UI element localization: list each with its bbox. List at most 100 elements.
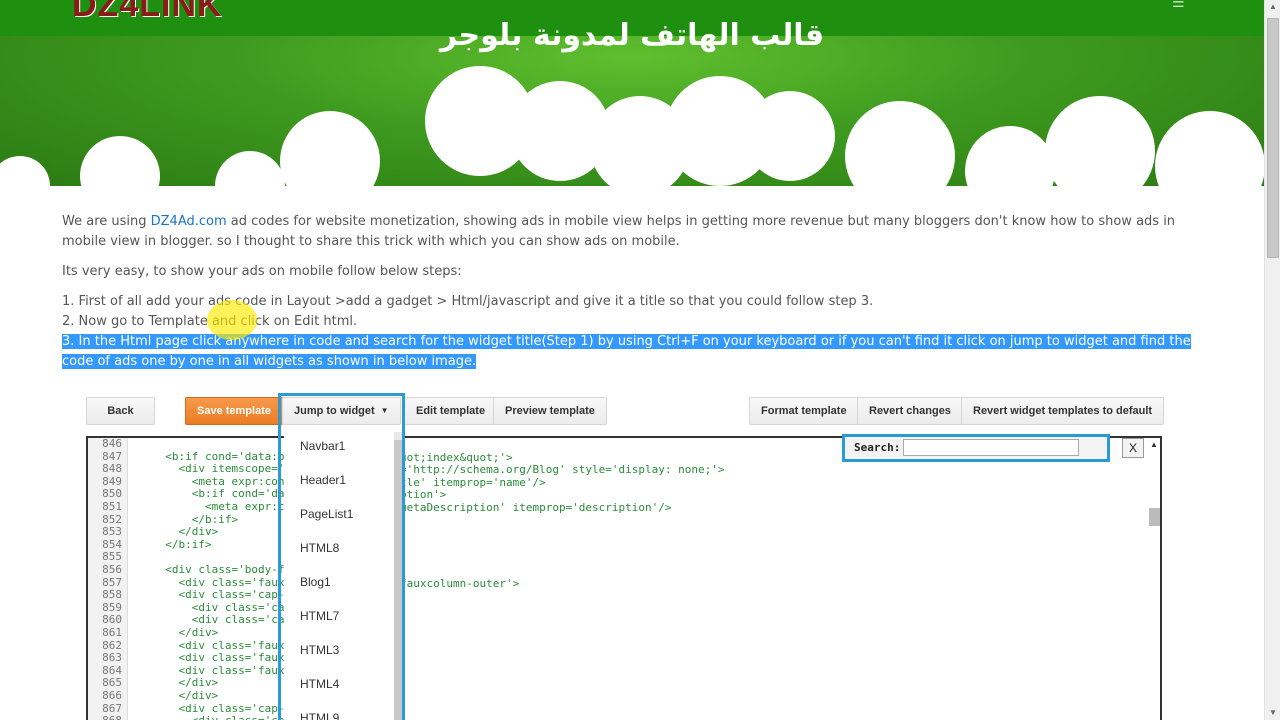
dropdown-scroll-thumb[interactable] (394, 440, 402, 720)
widget-option[interactable]: HTML4 (300, 677, 339, 691)
scroll-up-icon[interactable]: ▲ (1150, 440, 1158, 449)
template-editor-screenshot: Back Save template Jump to widget ▼ Edit … (86, 393, 1166, 720)
code-text: <b:if cond='data:b (152, 449, 285, 463)
scrollbar-thumb[interactable] (1267, 18, 1279, 258)
widget-option[interactable]: Blog1 (300, 575, 331, 589)
line-number: 865 (102, 676, 122, 690)
widget-option[interactable]: HTML3 (300, 643, 339, 657)
code-text: <div class='cap- (152, 701, 285, 715)
line-number: 857 (102, 575, 122, 589)
header-clouds (0, 66, 1264, 190)
widget-option[interactable]: HTML7 (300, 609, 339, 623)
line-number: 846 (102, 437, 122, 450)
code-text: <meta expr:con (152, 474, 285, 488)
code-line[interactable]: 865 </div> (88, 677, 1138, 690)
line-number: 868 (88, 715, 122, 720)
line-number: 867 (102, 701, 122, 715)
scroll-down-icon[interactable]: ▼ (1269, 708, 1277, 717)
code-text: <div class='body-f (152, 563, 285, 576)
code-text: metaDescription' itemprop='description'/… (400, 501, 672, 514)
widget-option[interactable]: HTML9 (300, 711, 339, 720)
widget-option[interactable]: Navbar1 (300, 439, 345, 453)
line-number: 863 (102, 651, 122, 665)
code-text: <meta expr:c (152, 500, 285, 513)
back-button[interactable]: Back (86, 397, 155, 425)
code-text: </div> (152, 525, 219, 539)
line-number: 849 (102, 474, 122, 488)
code-text: </b:if> (152, 512, 239, 526)
line-number: 854 (102, 537, 122, 551)
cursor-highlight (207, 300, 257, 340)
search-input[interactable] (903, 439, 1079, 456)
revert-changes-button[interactable]: Revert changes (857, 397, 963, 425)
code-text: <div itemscope=' (152, 462, 285, 476)
line-number: 848 (102, 462, 122, 476)
line-number: 852 (102, 512, 122, 526)
code-text: <div class='faux (152, 651, 285, 665)
code-text: <b:if cond='da (152, 487, 285, 501)
revert-widgets-button[interactable]: Revert widget templates to default (961, 397, 1165, 425)
scroll-up-icon[interactable]: ▲ (1269, 2, 1277, 11)
preview-template-button[interactable]: Preview template (493, 397, 607, 425)
line-number: 851 (102, 500, 122, 513)
post-body: We are using DZ4Ad.com ad codes for webs… (62, 212, 1202, 372)
code-line[interactable]: 852 </b:if> (88, 512, 1138, 527)
line-number: 855 (102, 550, 122, 564)
line-number: 853 (102, 525, 122, 539)
blog-header: DZ4LINK ☰ قالب الهاتف لمدونة بلوجر (0, 0, 1264, 190)
code-text: tle' itemprop='name'/> (400, 475, 546, 489)
intro-paragraph: We are using DZ4Ad.com ad codes for webs… (62, 212, 1202, 252)
code-line[interactable]: 864 <div class='faux (88, 663, 1138, 678)
code-text: <div class='ca (152, 715, 285, 720)
line-number: 858 (102, 588, 122, 602)
widget-list[interactable]: Navbar1 Header1 PageList1 HTML8 Blog1 HTML7 HT… (284, 432, 394, 720)
code-text: fauxcolumn-outer'> (400, 576, 520, 590)
format-template-button[interactable]: Format template (749, 397, 859, 425)
code-line[interactable]: 860 <div class='ca (88, 614, 1138, 627)
page-scrollbar[interactable]: ▲ ▼ (1264, 0, 1280, 720)
code-line[interactable]: 868 <div class='ca (88, 715, 1138, 720)
intro-text: We are using (62, 214, 151, 229)
code-text: </div> (152, 626, 219, 639)
widget-option[interactable]: Header1 (300, 473, 346, 487)
code-line[interactable]: 853 </div> (88, 526, 1138, 539)
line-number: 847 (102, 449, 122, 463)
code-text: <div class='ca (152, 613, 285, 627)
edit-template-button[interactable]: Edit template (404, 397, 498, 425)
dropdown-scrollbar[interactable] (394, 432, 402, 720)
line-number: 860 (102, 613, 122, 627)
code-text: <div class='cap- (152, 588, 285, 602)
code-text: ption'> (400, 488, 447, 502)
code-editor[interactable]: 846 847 <b:if cond='data:b 848 <div itemsc… (86, 436, 1162, 720)
line-number: 866 (102, 689, 122, 702)
editor-scrollbar[interactable]: ▲ (1147, 438, 1160, 720)
code-text: </b:if> (152, 537, 212, 551)
save-template-button[interactable]: Save template (185, 397, 283, 425)
line-number: 861 (102, 626, 122, 639)
search-label: Search: (854, 441, 901, 454)
line-number: 856 (102, 563, 122, 576)
jump-to-widget-dropdown: Navbar1 Header1 PageList1 HTML8 Blog1 HTML7 HT… (278, 393, 405, 720)
line-number: 859 (102, 600, 122, 614)
intro-text-rest: ad codes for website monetization, showi… (62, 214, 1176, 249)
line-number: 850 (102, 487, 122, 501)
search-bar: Search: (842, 434, 1110, 462)
code-text: </div> (152, 676, 219, 690)
code-text: <div class='faux (152, 638, 285, 652)
line-number: 864 (102, 663, 122, 677)
menu-icon[interactable]: ☰ (1172, 0, 1185, 11)
code-line[interactable]: 854 </b:if> (88, 537, 1138, 552)
code-text: ='http://schema.org/Blog' style='display… (400, 463, 725, 477)
dz4ad-link[interactable]: DZ4Ad.com (151, 214, 227, 229)
code-text: uot;index&quot;'> (400, 450, 513, 464)
steps-intro: Its very easy, to show your ads on mobil… (62, 264, 462, 279)
widget-option[interactable]: HTML8 (300, 541, 339, 555)
code-text: <div class='faux (152, 663, 285, 677)
code-text: </div> (152, 689, 219, 702)
close-search-button[interactable]: X (1122, 438, 1144, 458)
code-text: <div class='ca (152, 600, 285, 614)
line-number: 862 (102, 638, 122, 652)
code-text: <div class='faux (152, 575, 285, 589)
editor-scroll-thumb[interactable] (1149, 508, 1160, 526)
widget-option[interactable]: PageList1 (300, 507, 353, 521)
